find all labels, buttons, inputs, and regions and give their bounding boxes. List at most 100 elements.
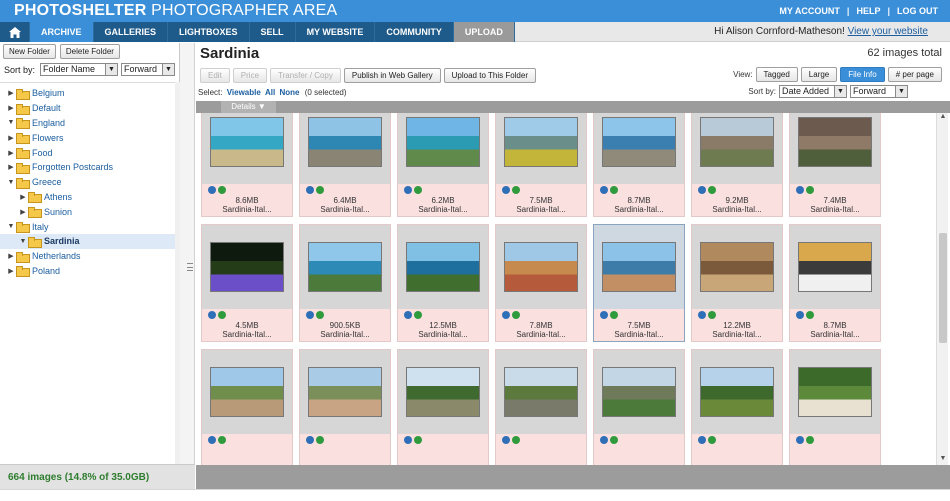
scroll-up-icon[interactable]: ▲ — [937, 113, 949, 123]
thumbnail-image[interactable] — [700, 367, 774, 417]
image-card[interactable] — [593, 349, 685, 465]
search-icon[interactable] — [796, 436, 804, 444]
folder-netherlands[interactable]: ▶ Netherlands — [0, 249, 175, 264]
image-card[interactable]: 6.4MB Sardinia-Ital... — [299, 113, 391, 217]
thumbnail-image[interactable] — [798, 117, 872, 167]
grid-scrollbar[interactable]: ▲ ▼ — [936, 113, 948, 465]
image-card[interactable]: 6.2MB Sardinia-Ital... — [397, 113, 489, 217]
grip-icon[interactable] — [187, 263, 193, 271]
tab-my-website[interactable]: MY WEBSITE — [295, 22, 376, 42]
tab-galleries[interactable]: GALLERIES — [93, 22, 169, 42]
folder-default[interactable]: ▶ Default — [0, 101, 175, 116]
price-icon[interactable] — [512, 436, 520, 444]
folder-food[interactable]: ▶ Food — [0, 145, 175, 160]
thumbnail-image[interactable] — [798, 242, 872, 292]
search-icon[interactable] — [796, 186, 804, 194]
expand-right-icon[interactable]: ▶ — [18, 208, 28, 216]
tab-upload[interactable]: UPLOAD — [453, 22, 515, 42]
search-icon[interactable] — [600, 436, 608, 444]
search-icon[interactable] — [208, 436, 216, 444]
search-icon[interactable] — [698, 186, 706, 194]
thumbnail-image[interactable] — [406, 242, 480, 292]
search-icon[interactable] — [404, 311, 412, 319]
search-icon[interactable] — [404, 186, 412, 194]
thumbnail-image[interactable] — [504, 242, 578, 292]
image-card[interactable]: 7.5MB Sardinia-Ital... — [593, 224, 685, 342]
thumbnail-image[interactable] — [602, 367, 676, 417]
folder-italy[interactable]: ▼ Italy — [0, 219, 175, 234]
search-icon[interactable] — [306, 186, 314, 194]
expand-down-icon[interactable]: ▼ — [18, 238, 28, 245]
price-icon[interactable] — [610, 436, 618, 444]
my-account-link[interactable]: MY ACCOUNT — [779, 6, 840, 16]
thumbnail-image[interactable] — [308, 242, 382, 292]
expand-right-icon[interactable]: ▶ — [6, 89, 16, 97]
expand-right-icon[interactable]: ▶ — [6, 134, 16, 142]
thumbnail-image[interactable] — [308, 367, 382, 417]
folder-england[interactable]: ▼ England — [0, 116, 175, 131]
expand-down-icon[interactable]: ▼ — [6, 223, 16, 230]
folder-sort-select[interactable]: Folder Name ▼ — [40, 63, 119, 76]
search-icon[interactable] — [404, 436, 412, 444]
image-card[interactable] — [397, 349, 489, 465]
image-order-select[interactable]: Forward ▼ — [850, 85, 908, 98]
image-card[interactable] — [691, 349, 783, 465]
price-icon[interactable] — [806, 186, 814, 194]
expand-right-icon[interactable]: ▶ — [18, 193, 28, 201]
delete-folder-button[interactable]: Delete Folder — [59, 44, 120, 59]
image-card[interactable] — [299, 349, 391, 465]
search-icon[interactable] — [698, 436, 706, 444]
price-icon[interactable] — [806, 436, 814, 444]
thumbnail-image[interactable] — [308, 117, 382, 167]
price-icon[interactable] — [218, 311, 226, 319]
expand-down-icon[interactable]: ▼ — [6, 119, 16, 126]
image-card[interactable]: 7.5MB Sardinia-Ital... — [495, 113, 587, 217]
price-icon[interactable] — [708, 436, 716, 444]
image-card[interactable] — [201, 349, 293, 465]
view-tagged-button[interactable]: Tagged — [755, 67, 798, 82]
image-card[interactable] — [495, 349, 587, 465]
thumbnail-image[interactable] — [700, 242, 774, 292]
search-icon[interactable] — [600, 311, 608, 319]
price-icon[interactable] — [414, 186, 422, 194]
tab-archive[interactable]: ARCHIVE — [30, 22, 94, 42]
scroll-down-icon[interactable]: ▼ — [937, 455, 949, 465]
price-icon[interactable] — [218, 186, 226, 194]
tab-sell[interactable]: SELL — [249, 22, 296, 42]
transfer-copy-button[interactable]: Transfer / Copy — [270, 67, 341, 83]
per-page-button[interactable]: # per page — [887, 67, 942, 82]
image-card[interactable]: 8.7MB Sardinia-Ital... — [789, 224, 881, 342]
folder-athens[interactable]: ▶ Athens — [0, 190, 175, 205]
thumbnail-image[interactable] — [406, 367, 480, 417]
details-toggle[interactable]: Details ▼ — [221, 101, 276, 113]
image-card[interactable]: 7.4MB Sardinia-Ital... — [789, 113, 881, 217]
price-icon[interactable] — [512, 186, 520, 194]
folder-sunion[interactable]: ▶ Sunion — [0, 204, 175, 219]
folder-forgotten-postcards[interactable]: ▶ Forgotten Postcards — [0, 160, 175, 175]
search-icon[interactable] — [306, 436, 314, 444]
price-icon[interactable] — [610, 186, 618, 194]
search-icon[interactable] — [208, 186, 216, 194]
price-icon[interactable] — [512, 311, 520, 319]
tab-lightboxes[interactable]: LIGHTBOXES — [168, 22, 250, 42]
image-card[interactable] — [789, 349, 881, 465]
folder-order-select[interactable]: Forward ▼ — [121, 63, 176, 76]
price-icon[interactable] — [316, 436, 324, 444]
scroll-thumb[interactable] — [939, 233, 947, 343]
image-sort-select[interactable]: Date Added ▼ — [779, 85, 847, 98]
search-icon[interactable] — [600, 186, 608, 194]
panel-splitter[interactable] — [180, 43, 195, 464]
folder-belgium[interactable]: ▶ Belgium — [0, 86, 175, 101]
search-icon[interactable] — [502, 186, 510, 194]
price-button[interactable]: Price — [232, 67, 268, 83]
price-icon[interactable] — [806, 311, 814, 319]
expand-right-icon[interactable]: ▶ — [6, 149, 16, 157]
tab-community[interactable]: COMMUNITY — [375, 22, 454, 42]
expand-down-icon[interactable]: ▼ — [6, 179, 16, 186]
image-card[interactable]: 12.2MB Sardinia-Ital... — [691, 224, 783, 342]
thumbnail-image[interactable] — [602, 117, 676, 167]
search-icon[interactable] — [208, 311, 216, 319]
view-large-button[interactable]: Large — [800, 67, 838, 82]
image-card[interactable]: 8.7MB Sardinia-Ital... — [593, 113, 685, 217]
price-icon[interactable] — [414, 436, 422, 444]
